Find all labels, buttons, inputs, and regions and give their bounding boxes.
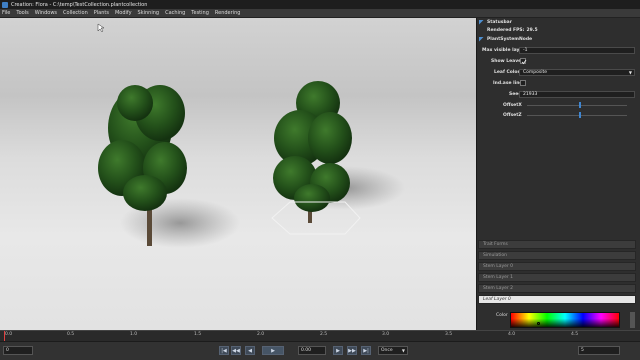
seed-value: 21933 — [523, 92, 538, 97]
menu-collection[interactable]: Collection — [63, 10, 88, 16]
node-row: PlantSystemNode — [479, 35, 639, 43]
start-frame-input[interactable]: 0 — [3, 346, 33, 355]
section-stem-layer-1[interactable]: Stem Layer 1 — [478, 273, 636, 282]
menu-testing[interactable]: Testing — [191, 10, 209, 16]
skip-end-icon: ▶| — [363, 347, 369, 354]
node-label: PlantSystemNode — [487, 36, 533, 42]
panel-scrollbar[interactable] — [630, 312, 635, 328]
max-layers-value: -1 — [523, 48, 528, 53]
chevron-down-icon: ▼ — [628, 70, 632, 75]
play-icon: ▶ — [271, 347, 275, 354]
section-label: Stem Layer 1 — [483, 275, 514, 280]
menu-caching[interactable]: Caching — [165, 10, 185, 16]
step-forward-icon: ▶ — [336, 347, 340, 354]
color-picker-marker[interactable] — [537, 322, 540, 325]
playback-controls: 0 |◀ ◀◀ ◀ ▶ 0.00 ▶ ▶▶ ▶| Once ▼ 5 — [0, 341, 640, 360]
menu-skinning[interactable]: Skinning — [138, 10, 160, 16]
time-input[interactable]: 0.00 — [298, 346, 326, 355]
tick-label: 3.0 — [382, 332, 390, 337]
end-frame-value: 5 — [581, 348, 584, 353]
offsetx-slider-thumb[interactable] — [579, 102, 581, 108]
leaf-colors-value: Composite — [523, 70, 548, 75]
offsetz-slider-thumb[interactable] — [579, 112, 581, 118]
max-layers-input[interactable]: -1 — [519, 47, 635, 54]
offsetx-label: OffsetX — [503, 102, 522, 108]
section-label: Stem Layer 0 — [483, 264, 514, 269]
mouse-cursor — [97, 23, 105, 33]
time-value: 0.00 — [301, 348, 312, 353]
show-leaves-row: Show Leaves — [479, 57, 639, 65]
menu-plants[interactable]: Plants — [94, 10, 109, 16]
loop-mode-select[interactable]: Once ▼ — [378, 346, 408, 355]
section-label: Trait Forms — [483, 242, 508, 247]
3d-viewport[interactable] — [0, 18, 476, 330]
loop-mode-value: Once — [381, 348, 393, 353]
tick-label: 3.5 — [445, 332, 453, 337]
section-simulation[interactable]: Simulation — [478, 251, 636, 260]
menu-modify[interactable]: Modify — [115, 10, 132, 16]
seed-input[interactable]: 21933 — [519, 91, 635, 98]
tick-label: 0.5 — [67, 332, 75, 337]
offsetx-track[interactable] — [527, 105, 627, 106]
tick-label: 2.5 — [320, 332, 328, 337]
play-button[interactable]: ▶ — [262, 346, 284, 355]
tick-label: 2.0 — [257, 332, 265, 337]
color-picker[interactable] — [510, 312, 620, 328]
indicators-row: Ind.ase lines — [479, 79, 639, 87]
rewind-icon: ◀◀ — [232, 347, 240, 354]
menu-tools[interactable]: Tools — [16, 10, 28, 16]
show-leaves-label: Show Leaves — [491, 58, 524, 64]
statusbar-row: Statusbar — [479, 18, 639, 26]
section-stem-layer-2[interactable]: Stem Layer 2 — [478, 284, 636, 293]
step-forward-button[interactable]: ▶ — [333, 346, 343, 355]
chevron-down-icon: ▼ — [401, 348, 405, 353]
tick-label: 4.5 — [571, 332, 579, 337]
timeline-ruler[interactable]: 0.0 0.5 1.0 1.5 2.0 2.5 3.0 3.5 4.0 4.5 — [0, 330, 640, 342]
tick-label: 1.0 — [130, 332, 138, 337]
section-stem-layer-0[interactable]: Stem Layer 0 — [478, 262, 636, 271]
step-back-button[interactable]: ◀ — [245, 346, 255, 355]
section-trait-forms[interactable]: Trait Forms — [478, 240, 636, 249]
skip-end-button[interactable]: ▶| — [361, 346, 371, 355]
skip-start-icon: |◀ — [221, 347, 227, 354]
flag-icon — [479, 19, 484, 25]
menu-windows[interactable]: Windows — [35, 10, 57, 16]
tick-label: 1.5 — [194, 332, 202, 337]
statusbar-label: Statusbar — [487, 19, 512, 25]
section-label: Stem Layer 2 — [483, 286, 514, 291]
step-back-icon: ◀ — [248, 347, 252, 354]
app-icon — [2, 1, 8, 8]
section-leaf-layer-0[interactable]: Leaf Layer 0 — [478, 295, 636, 304]
flag-icon — [479, 36, 484, 42]
offsetz-label: OffsetZ — [503, 112, 522, 118]
fast-forward-icon: ▶▶ — [348, 347, 356, 354]
section-label: Leaf Layer 0 — [483, 297, 511, 302]
window-title: Creation: Flora - C:\temp\TestCollection… — [11, 1, 148, 8]
offsetz-track[interactable] — [527, 115, 627, 116]
check-icon — [521, 59, 527, 65]
indicators-checkbox[interactable] — [520, 80, 526, 86]
scene — [97, 23, 405, 248]
prev-frame-button[interactable]: ◀◀ — [231, 346, 241, 355]
section-label: Simulation — [483, 253, 507, 258]
start-frame-value: 0 — [6, 348, 9, 353]
menu-rendering[interactable]: Rendering — [215, 10, 241, 16]
fps-row: Rendered FPS: 29.5 — [479, 26, 639, 34]
skip-start-button[interactable]: |◀ — [219, 346, 229, 355]
fps-label: Rendered FPS: — [487, 27, 525, 33]
end-frame-input[interactable]: 5 — [578, 346, 620, 355]
fps-value: 29.5 — [526, 27, 538, 33]
menu-bar: File Tools Windows Collection Plants Mod… — [0, 9, 640, 18]
title-bar: Creation: Flora - C:\temp\TestCollection… — [0, 0, 640, 9]
color-label: Color — [496, 313, 508, 318]
leaf-colors-select[interactable]: Composite ▼ — [519, 69, 635, 76]
tick-label: 0.0 — [5, 332, 13, 337]
tick-label: 4.0 — [508, 332, 516, 337]
show-leaves-checkbox[interactable] — [520, 58, 527, 65]
next-frame-button[interactable]: ▶▶ — [347, 346, 357, 355]
menu-file[interactable]: File — [2, 10, 10, 16]
